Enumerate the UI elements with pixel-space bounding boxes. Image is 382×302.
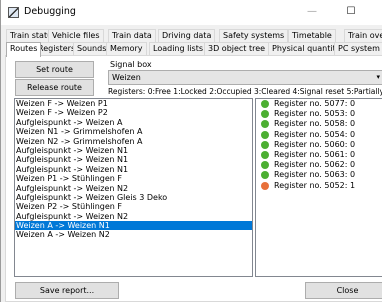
tab-memory[interactable]: Memory [106, 42, 147, 55]
tab-safety-systems[interactable]: Safety systems [219, 29, 289, 42]
register-label: Register no. 5054: 0 [274, 129, 356, 139]
signal-box-select[interactable]: Weizen ▾ [108, 70, 382, 85]
route-item[interactable]: Weizen F -> Weizen P2 [15, 108, 252, 117]
register-label: Register no. 5061: 0 [274, 149, 356, 159]
status-dot-icon [261, 110, 269, 119]
save-report-button[interactable]: Save report... [15, 282, 119, 299]
tab-driving-data[interactable]: Driving data [158, 29, 216, 42]
route-item[interactable]: Weizen A -> Weizen N1 [15, 221, 252, 231]
tab-train-overview[interactable]: Train overview [344, 29, 382, 42]
register-item[interactable]: Register no. 5077: 0 [256, 99, 382, 109]
status-dot-icon [261, 120, 269, 129]
signal-box-label: Signal box [110, 60, 152, 69]
routes-list[interactable]: Weizen F -> Weizen P1 Weizen F -> Weizen … [14, 98, 253, 277]
status-dot-icon [261, 100, 269, 108]
register-label: Register no. 5058: 0 [274, 119, 356, 129]
route-item[interactable]: Aufgleispunkt -> Weizen N2 [15, 184, 252, 193]
signal-box-value: Weizen [112, 73, 141, 82]
route-item[interactable]: Aufgleispunkt -> Weizen N1 [15, 155, 252, 164]
debugging-window: Debugging — ☐ ✕ Train statusVehicle file… [0, 0, 382, 302]
tab-loading-lists[interactable]: Loading lists [149, 42, 208, 55]
tab-train-data[interactable]: Train data [108, 29, 156, 42]
route-item[interactable]: Aufgleispunkt -> Weizen Gleis 3 Deko [15, 193, 252, 202]
route-item[interactable]: Aufgleispunkt -> Weizen N1 [15, 165, 252, 174]
register-label: Register no. 5077: 0 [274, 99, 356, 108]
registers-legend: Registers: 0:Free 1:Locked 2:Occupied 3:… [108, 87, 382, 96]
status-dot-icon [261, 130, 269, 139]
register-item[interactable]: Register no. 5060: 0 [256, 140, 382, 150]
maximize-button[interactable]: ☐ [338, 4, 364, 20]
title-bar: Debugging — ☐ ✕ [1, 0, 382, 25]
register-item[interactable]: Register no. 5062: 0 [256, 160, 382, 170]
register-item[interactable]: Register no. 5058: 0 [256, 119, 382, 129]
app-icon [8, 7, 19, 18]
window-title: Debugging [24, 6, 76, 17]
register-label: Register no. 5063: 0 [274, 170, 356, 180]
route-item[interactable]: Weizen N1 -> Grimmelshofen A [15, 127, 252, 136]
tab-vehicle-files[interactable]: Vehicle files [48, 29, 104, 42]
registers-list[interactable]: Register no. 5077: 0 Register no. 5053: 0… [255, 98, 382, 277]
register-label: Register no. 5053: 0 [274, 109, 356, 119]
set-route-button[interactable]: Set route [15, 61, 94, 78]
register-item[interactable]: Register no. 5061: 0 [256, 150, 382, 160]
status-dot-icon [261, 171, 269, 180]
register-item[interactable]: Register no. 5053: 0 [256, 109, 382, 119]
minimize-button[interactable]: — [299, 4, 325, 20]
status-dot-icon [261, 150, 269, 159]
register-item[interactable]: Register no. 5054: 0 [256, 130, 382, 140]
route-item[interactable]: Aufgleispunkt -> Weizen N1 [15, 146, 252, 155]
tab-routes[interactable]: Routes [6, 42, 42, 57]
tab-timetable[interactable]: Timetable [288, 29, 336, 42]
status-dot-icon [261, 161, 269, 170]
tab-3d-object-tree[interactable]: 3D object tree [204, 42, 270, 55]
route-item[interactable]: Weizen P1 -> Stühlingen F [15, 174, 252, 183]
status-dot-icon [261, 181, 269, 190]
register-label: Register no. 5060: 0 [274, 139, 356, 149]
route-item[interactable]: Weizen F -> Weizen P1 [15, 99, 252, 108]
status-dot-icon [261, 140, 269, 149]
chevron-down-icon: ▾ [376, 73, 380, 81]
close-window-button[interactable]: ✕ [372, 4, 382, 20]
tab-pc-system[interactable]: PC system [334, 42, 382, 55]
route-item[interactable]: Weizen A -> Weizen N2 [15, 230, 252, 239]
register-label: Register no. 5062: 0 [274, 160, 356, 170]
release-route-button[interactable]: Release route [15, 79, 94, 96]
route-item[interactable]: Aufgleispunkt -> Weizen A [15, 118, 252, 127]
tab-sounds[interactable]: Sounds [73, 42, 111, 55]
register-item[interactable]: Register no. 5063: 0 [256, 170, 382, 180]
register-item[interactable]: Register no. 5052: 1 [256, 181, 382, 191]
route-item[interactable]: Aufgleispunkt -> Weizen N2 [15, 212, 252, 221]
route-item[interactable]: Weizen P2 -> Stühlingen F [15, 202, 252, 211]
register-label: Register no. 5052: 1 [274, 180, 356, 190]
route-item[interactable]: Weizen N2 -> Grimmelshofen A [15, 137, 252, 146]
close-button[interactable]: Close [305, 282, 382, 299]
